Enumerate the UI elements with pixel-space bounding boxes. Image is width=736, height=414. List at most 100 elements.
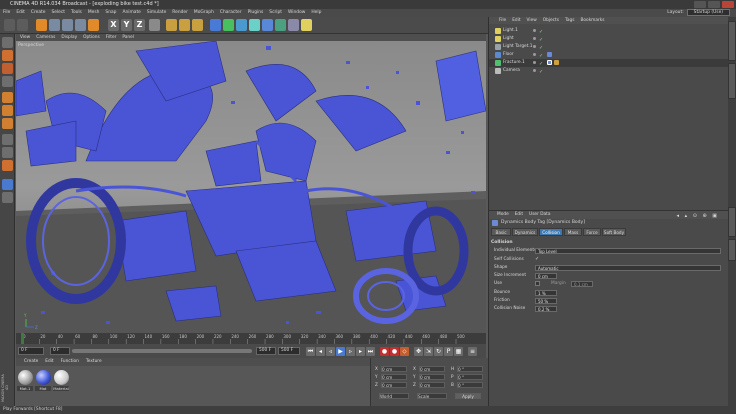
enabled-check-icon[interactable]: ✓ [539,68,543,76]
menu-tools[interactable]: Tools [68,9,85,17]
perspective-viewport[interactable]: Perspective Y Z [16,41,486,333]
material-label-3[interactable]: Material [53,386,69,391]
menu-plugins[interactable]: Plugins [245,9,267,17]
menu-edit[interactable]: Edit [13,9,28,17]
tab-force[interactable]: Force [583,228,601,236]
z-axis-toggle[interactable]: Z [134,19,145,31]
visibility-dot[interactable] [533,29,536,32]
menu-mograph[interactable]: MoGraph [191,9,217,17]
scale-key-button[interactable]: ⇲ [424,347,433,356]
object-row-light-target[interactable]: Light Target.1 ✓ [489,43,729,51]
attr-menu-mode[interactable]: Mode [497,212,509,217]
viewport-menu-cameras[interactable]: Cameras [36,35,55,40]
rotation-p-field[interactable]: 0 ° [457,374,483,380]
coordinate-system-icon[interactable] [149,19,160,31]
viewport-menu-filter[interactable]: Filter [106,35,117,40]
size-mode-dropdown[interactable]: Scale [417,393,447,399]
object-menu-view[interactable]: View [527,18,537,23]
viewport-menu-display[interactable]: Display [61,35,77,40]
light-icon[interactable] [301,19,312,31]
go-to-end-button[interactable]: ⏭ [366,347,375,356]
close-button[interactable] [722,1,734,8]
cloner-icon[interactable] [249,19,260,31]
self-collisions-checkbox[interactable]: ✓ [535,256,539,263]
snapping-icon[interactable] [2,160,13,171]
menu-animate[interactable]: Animate [119,9,143,17]
frame-range-slider[interactable] [72,349,252,353]
edges-mode-icon[interactable] [2,105,13,116]
viewport-menu-view[interactable]: View [20,35,30,40]
layers-side-tab[interactable] [728,239,736,261]
end-frame-field[interactable]: 500 F [256,347,276,355]
coordinate-mode-dropdown[interactable]: World [379,393,409,399]
material-menu-function[interactable]: Function [61,359,79,364]
object-menu-bookmarks[interactable]: Bookmarks [580,18,604,23]
camera-icon[interactable] [288,19,299,31]
rotation-h-field[interactable]: 0 ° [457,366,483,372]
object-menu-edit[interactable]: Edit [512,18,520,23]
attr-menu-user-data[interactable]: User Data [529,212,550,217]
material-swatch-3[interactable] [54,370,69,385]
tab-soft-body[interactable]: Soft Body [602,228,626,236]
object-menu-file[interactable]: File [499,18,506,23]
tweak-mode-icon[interactable] [2,147,13,158]
workplane-icon[interactable] [2,76,13,87]
shape-dropdown[interactable]: Automatic [535,264,721,271]
position-y-field[interactable]: 0 cm [381,374,407,380]
rotate-icon[interactable] [75,19,86,31]
objects-side-tab[interactable] [728,21,736,61]
menu-mesh[interactable]: Mesh [85,9,103,17]
size-x-field[interactable]: 0 cm [419,366,445,372]
prev-key-button[interactable]: ◂ [316,347,325,356]
recent-tool-icon[interactable] [88,19,99,31]
polygons-mode-icon[interactable] [2,118,13,129]
material-menu-texture[interactable]: Texture [86,359,102,364]
texture-mode-icon[interactable] [2,63,13,74]
scale-icon[interactable] [62,19,73,31]
timeline-ruler[interactable]: 0 20 40 60 80 100 120 140 160 180 200 220 240 260 280 3… [16,333,486,344]
tab-basic[interactable]: Basic [491,228,511,236]
live-selection-icon[interactable] [36,19,47,31]
render-settings-icon[interactable] [192,19,203,31]
menu-snap[interactable]: Snap [102,9,119,17]
apply-button[interactable]: Apply [455,393,481,399]
menu-help[interactable]: Help [308,9,324,17]
tab-dynamics[interactable]: Dynamics [512,228,538,236]
material-menu-edit[interactable]: Edit [45,359,53,364]
dynamics-body-tag-icon[interactable] [547,60,552,65]
maximize-button[interactable] [708,1,720,8]
play-forwards-button[interactable]: ▶ [336,347,345,356]
object-row-light-1[interactable]: Light.1 ✓ [489,27,729,35]
menu-character[interactable]: Character [217,9,245,17]
keyframe-selection-button[interactable]: ⬦ [400,347,409,356]
param-key-button[interactable]: P [444,347,453,356]
pla-key-button[interactable]: ▦ [454,347,463,356]
margin-field[interactable]: 0.1 cm [571,280,593,287]
object-row-light[interactable]: Light ✓ [489,35,729,43]
menu-render[interactable]: Render [169,9,191,17]
render-view-icon[interactable] [166,19,177,31]
points-mode-icon[interactable] [2,92,13,103]
rotation-b-field[interactable]: 0 ° [457,382,483,388]
make-editable-icon[interactable] [2,37,13,48]
material-tag-icon[interactable] [554,60,559,65]
individual-elements-dropdown[interactable]: Top Level [535,247,721,254]
material-swatch-2[interactable] [36,370,51,385]
layout-selector[interactable]: Layout: Startup (Use) [667,9,730,17]
timeline-menu-button[interactable]: ≡ [468,347,477,356]
size-z-field[interactable]: 0 cm [419,382,445,388]
visibility-dot[interactable] [533,53,536,56]
material-swatch-1[interactable] [18,370,33,385]
autokey-button[interactable]: ● [390,347,399,356]
next-key-button[interactable]: ▸ [356,347,365,356]
tab-collision[interactable]: Collision [539,228,563,236]
position-key-button[interactable]: ✥ [414,347,423,356]
render-picture-viewer-icon[interactable] [179,19,190,31]
position-z-field[interactable]: 0 cm [381,382,407,388]
menu-simulate[interactable]: Simulate [144,9,169,17]
timeline-playhead[interactable] [21,333,24,344]
layout-dropdown[interactable]: Startup (Use) [686,9,730,16]
material-menu-create[interactable]: Create [24,359,38,364]
size-increment-field[interactable]: 0 cm [535,272,557,279]
menu-script[interactable]: Script [266,9,285,17]
